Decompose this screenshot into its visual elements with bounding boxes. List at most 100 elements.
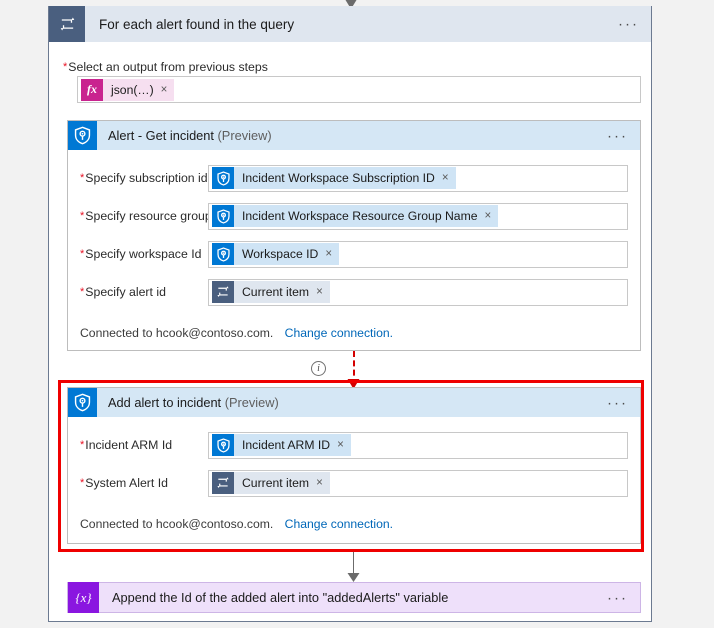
token-remove-button[interactable]: × bbox=[325, 248, 332, 260]
azure-sentinel-icon-glyph bbox=[74, 126, 91, 145]
token-chip-label: Current item bbox=[242, 476, 310, 490]
field-label-specify-alert-id: Specify alert id bbox=[85, 285, 166, 299]
field-row-specify-alert-id: *Specify alert id Current item × bbox=[68, 276, 640, 308]
loop-icon-glyph bbox=[217, 286, 229, 297]
token-remove-button[interactable]: × bbox=[442, 172, 449, 184]
function-fx-icon: fx bbox=[81, 78, 103, 101]
token-remove-button[interactable]: × bbox=[485, 210, 492, 222]
field-label-cell: *Specify alert id bbox=[68, 283, 208, 301]
azure-sentinel-icon bbox=[68, 388, 97, 417]
azure-sentinel-icon-glyph bbox=[74, 393, 91, 412]
required-marker: * bbox=[80, 172, 85, 184]
azure-sentinel-icon bbox=[68, 121, 97, 150]
loop-icon-glyph bbox=[60, 17, 74, 31]
field-row-specify-resource-group: *Specify resource group Incident Workspa… bbox=[68, 200, 640, 232]
action-title-text: Add alert to incident bbox=[108, 395, 222, 410]
flow-designer-canvas: For each alert found in the query ··· *S… bbox=[0, 0, 714, 628]
action-title-append-variable: Append the Id of the added alert into "a… bbox=[112, 590, 449, 605]
field-label-cell: *Specify workspace Id bbox=[68, 245, 208, 263]
token-remove-button[interactable]: × bbox=[316, 286, 323, 298]
field-row-system-alert-id: *System Alert Id Current item × bbox=[68, 467, 640, 499]
token-chip-body: Current item × bbox=[234, 281, 330, 303]
required-marker: * bbox=[80, 439, 85, 451]
field-label-cell: *Specify resource group bbox=[68, 207, 212, 225]
field-input-specify-workspace-id[interactable]: Workspace ID × bbox=[208, 240, 628, 268]
action-header-add-alert-to-incident[interactable]: Add alert to incident (Preview) ··· bbox=[68, 388, 640, 417]
connection-status-text: Connected to hcook@contoso.com. bbox=[80, 517, 274, 531]
field-label-specify-workspace-id: Specify workspace Id bbox=[85, 247, 202, 261]
azure-sentinel-icon-glyph bbox=[216, 437, 230, 453]
token-chip-incident-workspace-resource-group-name[interactable]: Incident Workspace Resource Group Name × bbox=[212, 205, 499, 227]
action-overflow-menu-button-add-alert[interactable]: ··· bbox=[607, 395, 628, 410]
action-card-append-variable[interactable]: {x} Append the Id of the added alert int… bbox=[67, 582, 641, 613]
field-label-cell: *Specify subscription id bbox=[68, 169, 208, 187]
field-row-incident-arm-id: *Incident ARM Id Incident ARM ID × bbox=[68, 429, 640, 461]
field-input-system-alert-id[interactable]: Current item × bbox=[208, 469, 628, 497]
action-title-get-incident: Alert - Get incident (Preview) bbox=[108, 128, 272, 143]
action-preview-suffix: (Preview) bbox=[224, 395, 279, 410]
token-chip-body: Incident ARM ID × bbox=[234, 434, 351, 456]
field-label-specify-resource-group: Specify resource group bbox=[85, 209, 212, 223]
field-input-specify-subscription-id[interactable]: Incident Workspace Subscription ID × bbox=[208, 164, 628, 192]
loop-icon-glyph bbox=[217, 477, 229, 488]
change-connection-link[interactable]: Change connection. bbox=[285, 326, 393, 340]
foreach-header[interactable]: For each alert found in the query ··· bbox=[49, 6, 651, 42]
token-chip-label: Workspace ID bbox=[242, 247, 319, 261]
connection-status-text: Connected to hcook@contoso.com. bbox=[80, 326, 274, 340]
field-label-incident-arm-id: Incident ARM Id bbox=[85, 438, 173, 452]
token-chip-body: Incident Workspace Resource Group Name × bbox=[234, 205, 499, 227]
token-chip-json[interactable]: fx json(…) × bbox=[81, 78, 175, 101]
action-preview-suffix: (Preview) bbox=[217, 128, 272, 143]
token-remove-button[interactable]: × bbox=[161, 84, 168, 96]
foreach-overflow-menu-button[interactable]: ··· bbox=[618, 17, 639, 32]
action-overflow-menu-button-get-incident[interactable]: ··· bbox=[607, 128, 628, 143]
azure-sentinel-icon-glyph bbox=[216, 170, 230, 186]
select-output-label-wrap: *Select an output from previous steps bbox=[63, 58, 268, 76]
token-chip-body: json(…) × bbox=[103, 78, 175, 101]
action-title-text: Alert - Get incident bbox=[108, 128, 214, 143]
select-output-label: Select an output from previous steps bbox=[68, 60, 268, 74]
connection-status-add-alert: Connected to hcook@contoso.com. Change c… bbox=[68, 517, 640, 531]
function-fx-icon-glyph: fx bbox=[87, 82, 97, 96]
azure-sentinel-icon bbox=[212, 167, 234, 189]
azure-sentinel-icon bbox=[212, 243, 234, 265]
token-chip-incident-arm-id[interactable]: Incident ARM ID × bbox=[212, 434, 351, 456]
token-chip-label: Incident Workspace Resource Group Name bbox=[242, 209, 478, 223]
action-card-add-alert-to-incident: Add alert to incident (Preview) ··· *Inc… bbox=[67, 387, 641, 544]
token-chip-body: Workspace ID × bbox=[234, 243, 340, 265]
action-overflow-menu-button-append-variable[interactable]: ··· bbox=[607, 590, 628, 605]
token-chip-current-item[interactable]: Current item × bbox=[212, 281, 330, 303]
change-connection-link[interactable]: Change connection. bbox=[285, 517, 393, 531]
token-chip-label: Current item bbox=[242, 285, 310, 299]
field-input-specify-resource-group[interactable]: Incident Workspace Resource Group Name × bbox=[208, 202, 628, 230]
loop-icon bbox=[212, 281, 234, 303]
token-remove-button[interactable]: × bbox=[316, 477, 323, 489]
variable-braces-icon: {x} bbox=[68, 582, 99, 613]
action-title-add-alert-to-incident: Add alert to incident (Preview) bbox=[108, 395, 279, 410]
token-chip-body: Current item × bbox=[234, 472, 330, 494]
foreach-title: For each alert found in the query bbox=[99, 16, 295, 32]
azure-sentinel-icon-glyph bbox=[216, 246, 230, 262]
token-remove-button[interactable]: × bbox=[337, 439, 344, 451]
action-header-get-incident[interactable]: Alert - Get incident (Preview) ··· bbox=[68, 121, 640, 150]
azure-sentinel-icon bbox=[212, 205, 234, 227]
token-chip-current-item[interactable]: Current item × bbox=[212, 472, 330, 494]
field-row-specify-workspace-id: *Specify workspace Id Workspace ID × bbox=[68, 238, 640, 270]
field-label-cell: *System Alert Id bbox=[68, 474, 208, 492]
token-chip-workspace-id[interactable]: Workspace ID × bbox=[212, 243, 340, 265]
field-label-specify-subscription-id: Specify subscription id bbox=[85, 171, 208, 185]
field-label-system-alert-id: System Alert Id bbox=[85, 476, 168, 490]
action-card-get-incident: Alert - Get incident (Preview) ··· *Spec… bbox=[67, 120, 641, 351]
info-icon[interactable]: i bbox=[311, 361, 326, 376]
loop-icon bbox=[49, 6, 85, 42]
field-label-cell: *Incident ARM Id bbox=[68, 436, 208, 454]
field-input-specify-alert-id[interactable]: Current item × bbox=[208, 278, 628, 306]
token-chip-incident-workspace-subscription-id[interactable]: Incident Workspace Subscription ID × bbox=[212, 167, 456, 189]
token-chip-label: Incident ARM ID bbox=[242, 438, 331, 452]
field-input-incident-arm-id[interactable]: Incident ARM ID × bbox=[208, 431, 628, 459]
azure-sentinel-icon bbox=[212, 434, 234, 456]
required-marker: * bbox=[80, 286, 85, 298]
select-output-input[interactable]: fx json(…) × bbox=[77, 76, 641, 103]
required-marker: * bbox=[80, 248, 85, 260]
connection-status-get-incident: Connected to hcook@contoso.com. Change c… bbox=[68, 326, 640, 340]
